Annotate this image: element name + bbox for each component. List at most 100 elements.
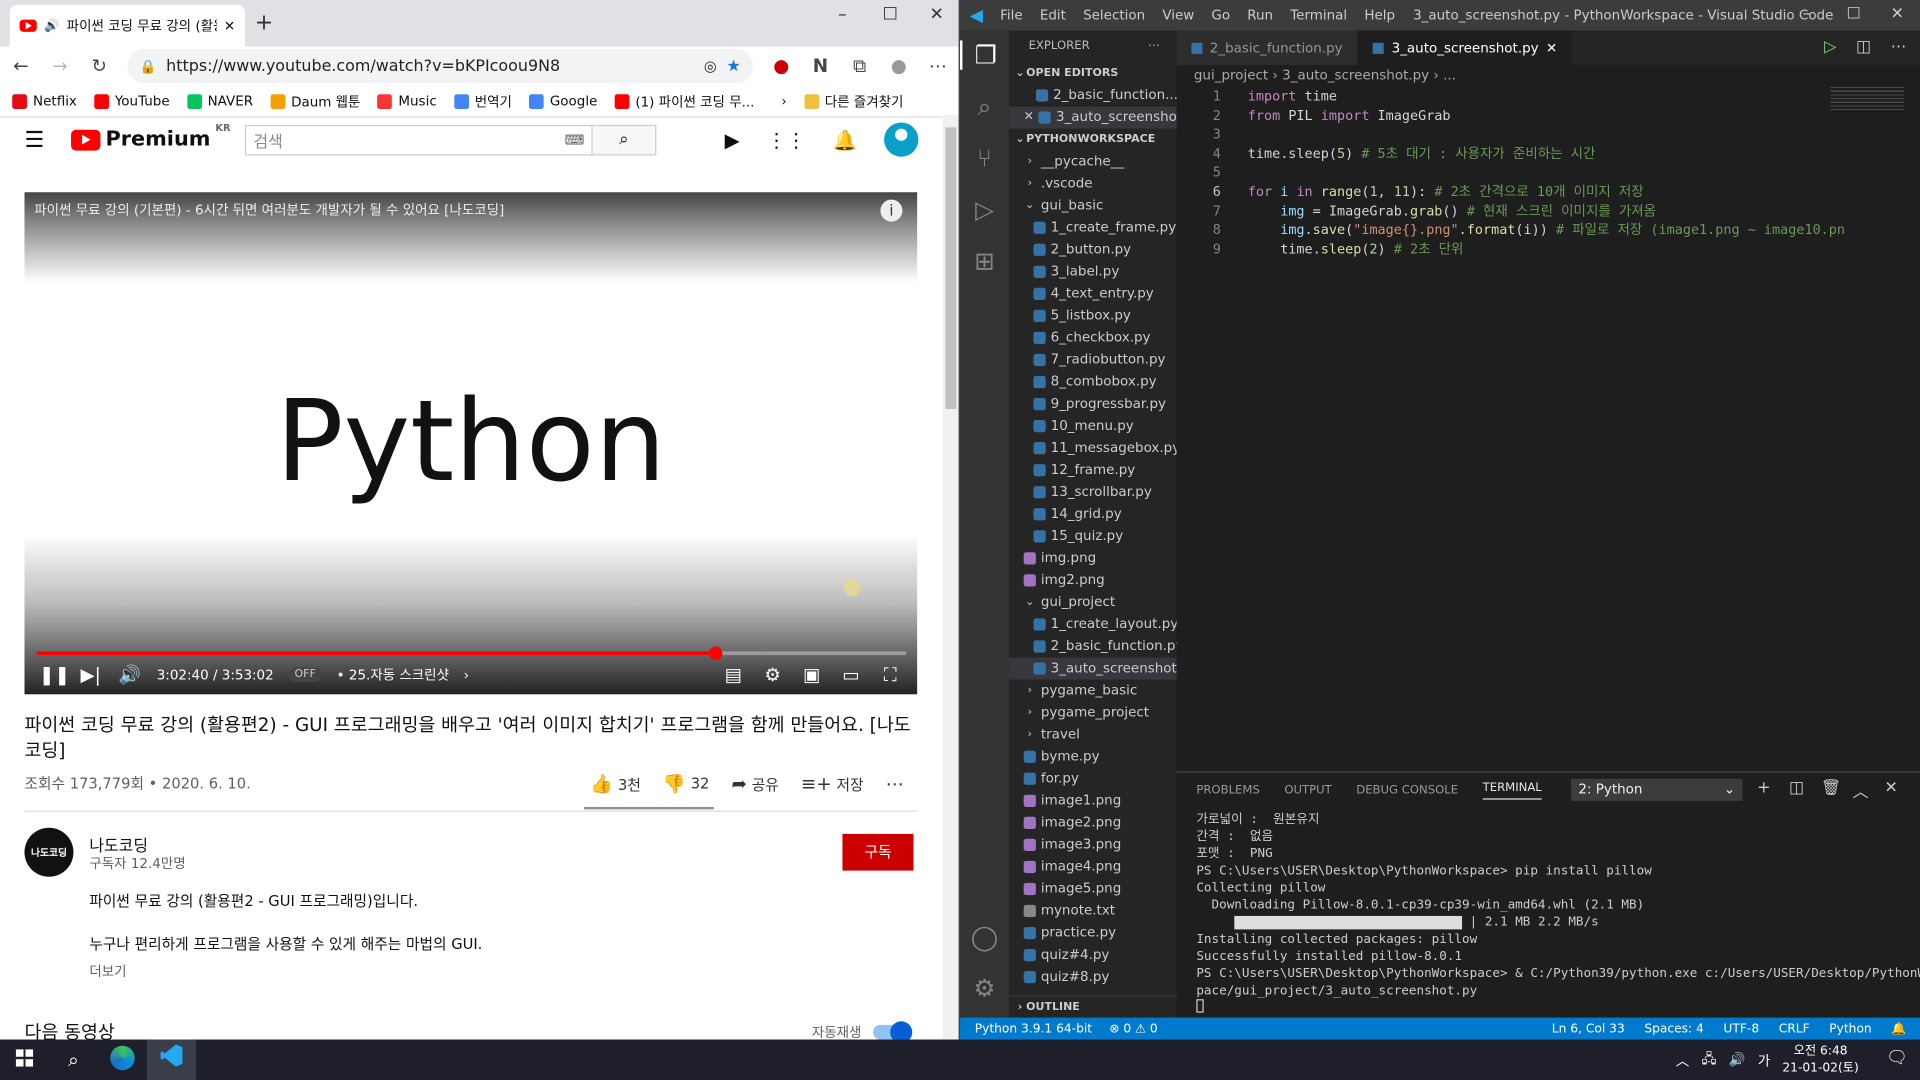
progress-scrubber[interactable]: [708, 646, 723, 661]
bookmark-item[interactable]: Google: [529, 93, 597, 109]
code-line[interactable]: 4 time.sleep(5) # 5초 대기 : 사용자가 준비하는 시간: [1177, 144, 1920, 163]
chapter-chevron-icon[interactable]: ›: [464, 667, 469, 683]
extension-icon[interactable]: ●: [770, 55, 792, 77]
network-icon[interactable]: 🖧: [1701, 1048, 1716, 1071]
vscode-minimize-button[interactable]: –: [1802, 5, 1810, 23]
file-item[interactable]: 7_radiobutton.py: [1009, 349, 1177, 371]
status-item[interactable]: UTF-8: [1723, 1022, 1759, 1035]
file-item[interactable]: img.png: [1009, 547, 1177, 569]
file-item[interactable]: mynote.txt: [1009, 900, 1177, 922]
back-arrow-icon[interactable]: ←: [10, 55, 32, 77]
autoplay-switch[interactable]: [873, 1021, 913, 1044]
new-terminal-icon[interactable]: +: [1757, 779, 1770, 797]
more-actions-button[interactable]: ⋯: [886, 773, 904, 795]
show-more-link[interactable]: 더보기: [89, 961, 126, 981]
share-button[interactable]: ➦ 공유: [731, 773, 778, 795]
bookmark-item[interactable]: NAVER: [186, 93, 253, 109]
workspace-section[interactable]: ⌄ PYTHONWORKSPACE: [1009, 129, 1177, 151]
search-icon[interactable]: ⌕: [49, 1048, 98, 1072]
bookmark-item[interactable]: Music: [377, 93, 437, 109]
create-video-icon[interactable]: ▶: [725, 128, 740, 151]
file-item[interactable]: 12_frame.py: [1009, 459, 1177, 481]
file-item[interactable]: byme.py: [1009, 746, 1177, 768]
channel-avatar[interactable]: 나도코딩: [24, 827, 74, 877]
vscode-maximize-button[interactable]: ☐: [1847, 5, 1861, 23]
file-item[interactable]: 2_button.py: [1009, 239, 1177, 261]
trash-icon[interactable]: 🗑: [1821, 779, 1841, 797]
file-item[interactable]: 9_progressbar.py: [1009, 393, 1177, 415]
status-item[interactable]: CRLF: [1779, 1022, 1810, 1035]
bookmark-item[interactable]: YouTube: [94, 93, 170, 109]
code-line[interactable]: 2 from PIL import ImageGrab: [1177, 106, 1920, 125]
outline-section[interactable]: › OUTLINE: [1008, 995, 1177, 1018]
editor-tab[interactable]: 2_basic_function.py: [1176, 30, 1359, 65]
panel-tab-terminal[interactable]: TERMINAL: [1482, 781, 1542, 799]
terminal-output[interactable]: 가로넓이 : 원본유지 간격 : 없음 포맷 : PNG PS C:\Users\US…: [1196, 811, 1920, 1018]
folder-item[interactable]: › .vscode: [1009, 173, 1177, 195]
bookmarks-overflow-icon[interactable]: ›: [781, 93, 786, 109]
status-item[interactable]: ⊗ 0 ⚠ 0: [1109, 1022, 1158, 1035]
file-item[interactable]: 3_label.py: [1009, 261, 1177, 283]
file-item[interactable]: image3.png: [1009, 834, 1177, 856]
favorite-star-icon[interactable]: ★: [727, 57, 741, 75]
notifications-bell-icon[interactable]: 🔔: [833, 128, 857, 151]
tray-chevron-icon[interactable]: ︿: [1676, 1050, 1689, 1070]
file-item[interactable]: quiz#8.py: [1009, 966, 1177, 988]
video-progress-bar[interactable]: [36, 646, 907, 661]
file-item[interactable]: 6_checkbox.py: [1009, 327, 1177, 349]
clock[interactable]: 오전 6:48 21-01-02(토): [1782, 1043, 1858, 1077]
info-icon[interactable]: i: [880, 199, 903, 222]
open-editor-item[interactable]: 2_basic_function....: [1009, 84, 1177, 106]
file-item[interactable]: 14_grid.py: [1009, 503, 1177, 525]
folder-item[interactable]: › travel: [1009, 724, 1177, 746]
refresh-icon[interactable]: ↻: [88, 55, 110, 77]
bookmark-item[interactable]: Netflix: [12, 93, 77, 109]
breadcrumb[interactable]: gui_project › 3_auto_screenshot.py › ...: [1177, 65, 1920, 87]
close-icon[interactable]: ✕: [1024, 107, 1034, 129]
menu-hamburger-icon[interactable]: ☰: [24, 127, 44, 153]
ime-indicator[interactable]: 가: [1758, 1050, 1770, 1070]
file-item[interactable]: img2.png: [1009, 569, 1177, 591]
apps-grid-icon[interactable]: ⋮⋮: [767, 128, 806, 151]
save-button[interactable]: ≡+ 저장: [801, 773, 864, 795]
subscribe-button[interactable]: 구독: [842, 833, 914, 871]
bookmark-item[interactable]: 번역기: [453, 91, 512, 111]
editor-more-icon[interactable]: ⋯: [1891, 38, 1907, 56]
folder-item[interactable]: › pygame_project: [1009, 702, 1177, 724]
subtitles-icon[interactable]: ▤: [721, 664, 745, 686]
profile-icon[interactable]: ●: [888, 55, 910, 77]
folder-item[interactable]: ⌄ gui_project: [1009, 591, 1177, 613]
manage-gear-icon[interactable]: ⚙: [960, 973, 1009, 1002]
file-item[interactable]: practice.py: [1009, 922, 1177, 944]
user-avatar[interactable]: [884, 122, 919, 157]
speaker-icon[interactable]: 🔊: [44, 19, 59, 32]
file-item[interactable]: image4.png: [1009, 856, 1177, 878]
keyboard-icon[interactable]: ⌨: [565, 132, 584, 148]
channel-name[interactable]: 나도코딩: [89, 833, 148, 856]
maximize-panel-icon[interactable]: ︿: [1853, 779, 1869, 802]
panel-tab-debug-console[interactable]: DEBUG CONSOLE: [1356, 783, 1458, 796]
split-editor-icon[interactable]: ◫: [1856, 38, 1871, 56]
youtube-logo[interactable]: Premium KR: [71, 122, 230, 152]
start-button[interactable]: [0, 1048, 49, 1071]
run-play-icon[interactable]: ▷: [1824, 38, 1836, 56]
folder-item[interactable]: ⌄ gui_basic: [1009, 195, 1177, 217]
notification-bell-icon[interactable]: 🔔: [1891, 1022, 1906, 1035]
menu-go[interactable]: Go: [1211, 7, 1230, 23]
volume-icon[interactable]: 🔊: [118, 664, 142, 686]
taskbar-edge[interactable]: [98, 1045, 147, 1074]
code-line[interactable]: 7 img = ImageGrab. grab() # 현재 스크린 이미지를 가…: [1177, 202, 1920, 221]
menu-help[interactable]: Help: [1364, 7, 1395, 23]
extensions-icon[interactable]: ⊞: [960, 246, 1009, 275]
menu-file[interactable]: File: [1000, 7, 1023, 23]
bookmark-item[interactable]: (1) 파이썬 코딩 무...: [614, 91, 754, 111]
notification-center-icon[interactable]: 🗨: [1886, 1048, 1908, 1068]
file-item[interactable]: 2_basic_function.py: [1009, 636, 1177, 658]
more-menu-icon[interactable]: ⋯: [927, 55, 949, 77]
file-item[interactable]: image1.png: [1009, 790, 1177, 812]
folder-item[interactable]: › pygame_basic: [1009, 680, 1177, 702]
open-editor-item[interactable]: ✕ 3_auto_screensho...: [1008, 106, 1177, 129]
url-text[interactable]: https://www.youtube.com/watch?v=bKPIcoou…: [166, 57, 694, 75]
minimap[interactable]: [1830, 86, 1905, 112]
search-input[interactable]: 검색 ⌨: [244, 124, 593, 156]
